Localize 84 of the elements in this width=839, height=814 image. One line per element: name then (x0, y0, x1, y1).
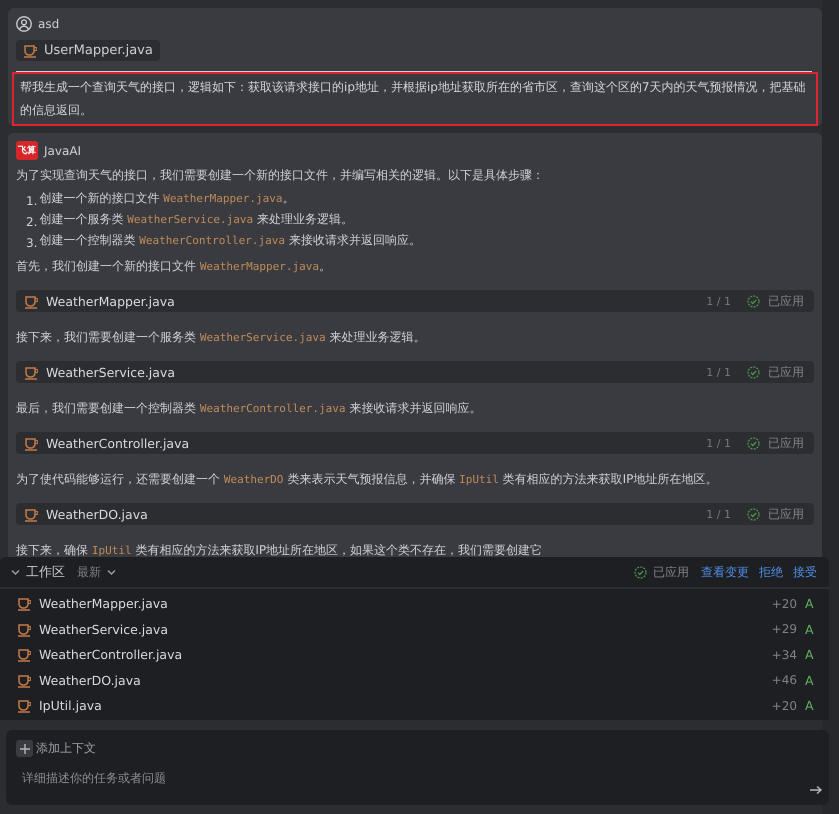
check-circle-icon (747, 366, 760, 378)
cup-icon (17, 698, 31, 714)
applied-status: 已应用 (768, 434, 804, 452)
plus-icon (18, 742, 30, 754)
change-count: 1 / 1 (706, 436, 731, 450)
cup-icon (24, 364, 38, 380)
check-circle-icon (747, 508, 760, 520)
paragraph: 接下来，确保 IpUtil 类有相应的方法来获取IP地址所在地区，如果这个类不存在，我们需要创建它 (16, 542, 544, 557)
applied-status: 已应用 (768, 292, 804, 310)
paragraph: 为了使代码能够运行，还需要创建一个 WeatherDO 类来表示天气预报信息，并确保 IpUtil 类有相应的方法来获取IP地址所在地区。 (16, 471, 718, 488)
message-text: 帮我生成一个查询天气的接口，逻辑如下：获取该请求接口的ip地址，并根据ip地址获取所在的省市区，查询这个区的7天内的天气预报情况，把基础的信息返回。 (12, 72, 818, 126)
change-type: A (805, 647, 815, 662)
file-name: WeatherDO.java (46, 506, 149, 522)
change-type: A (805, 672, 815, 688)
add-context-label[interactable]: 添加上下文 (36, 740, 96, 757)
chevron-down-icon[interactable] (10, 567, 20, 577)
added-lines: +46 (772, 673, 797, 688)
paragraph: 为了实现查询天气的接口，我们需要创建一个新的接口文件，并编写相关的逻辑。以下是具体步骤： (16, 167, 545, 184)
file-block[interactable]: WeatherDO.java 1 / 1 已应用 (16, 503, 814, 525)
action-link[interactable]: 查看变更 (701, 564, 749, 580)
app-logo: 飞算 (16, 141, 38, 160)
user-icon (16, 16, 32, 32)
file-name: WeatherService.java (39, 622, 168, 637)
change-count: 1 / 1 (706, 294, 731, 308)
workspace-title: 工作区 (26, 564, 65, 581)
cup-icon (17, 622, 31, 637)
cup-icon (17, 672, 31, 688)
paragraph: 首先，我们创建一个新的接口文件 WeatherMapper.java。 (16, 258, 332, 275)
list-number: 1. (26, 193, 38, 210)
input-field[interactable]: 详细描述你的任务或者问题 (16, 771, 782, 785)
list-number: 3. (26, 235, 38, 252)
check-circle-icon (747, 294, 760, 308)
file-row[interactable]: WeatherController.java +34 A (0, 642, 829, 668)
file-block[interactable]: WeatherService.java 1 / 1 已应用 (16, 361, 814, 383)
check-circle-icon (634, 566, 647, 578)
cup-icon (17, 647, 31, 662)
added-lines: +20 (772, 698, 797, 713)
list-number: 2. (26, 214, 38, 231)
paragraph: 接下来，我们需要创建一个服务类 WeatherService.java 来处理业务逻辑。 (16, 329, 426, 346)
list-item: 创建一个新的接口文件 WeatherMapper.java。 (39, 190, 294, 207)
cup-icon (24, 294, 38, 308)
filter-dropdown[interactable]: 最新 (71, 564, 116, 580)
added-lines: +29 (772, 622, 797, 636)
action-link[interactable]: 拒绝 (759, 564, 783, 580)
file-name: WeatherMapper.java (46, 294, 176, 308)
cup-icon (24, 506, 38, 522)
file-row[interactable]: IpUtil.java +20 A (0, 693, 829, 718)
paragraph: 最后，我们需要创建一个控制器类 WeatherController.java 来接收请求并返回响应。 (16, 400, 482, 417)
cup-icon (23, 43, 37, 58)
file-name: WeatherService.java (46, 364, 176, 380)
attachment-name: UserMapper.java (44, 43, 153, 58)
file-row[interactable]: WeatherService.java +29 A (0, 616, 829, 642)
attachment-chip[interactable]: UserMapper.java (16, 40, 160, 61)
cup-icon (24, 436, 38, 450)
chevron-down-icon (106, 567, 116, 577)
file-name: WeatherController.java (46, 436, 190, 450)
added-lines: +20 (772, 596, 797, 611)
applied-status: 已应用 (768, 364, 804, 380)
user-name: asd (38, 17, 60, 31)
applied-status: 已应用 (653, 564, 689, 580)
file-name: WeatherMapper.java (39, 596, 168, 612)
change-count: 1 / 1 (706, 366, 731, 378)
file-block[interactable]: WeatherController.java 1 / 1 已应用 (16, 432, 814, 454)
file-name: IpUtil.java (39, 698, 102, 714)
add-button[interactable] (16, 740, 33, 757)
assistant-name: JavaAI (44, 144, 82, 158)
action-link[interactable]: 接受 (793, 564, 817, 580)
file-name: WeatherDO.java (39, 672, 141, 688)
arrow-right-icon (809, 785, 823, 795)
list-item: 创建一个服务类 WeatherService.java 来处理业务逻辑。 (39, 211, 353, 228)
cup-icon (17, 596, 31, 612)
change-type: A (805, 698, 815, 714)
check-circle-icon (747, 436, 760, 450)
list-item: 创建一个控制器类 WeatherController.java 来接收请求并返回响应。 (39, 232, 421, 249)
file-row[interactable]: WeatherDO.java +46 A (0, 668, 829, 693)
change-count: 1 / 1 (706, 508, 731, 520)
send-button[interactable] (807, 783, 825, 797)
file-block[interactable]: WeatherMapper.java 1 / 1 已应用 (16, 290, 814, 312)
file-name: WeatherController.java (39, 647, 182, 662)
change-type: A (805, 622, 815, 637)
added-lines: +34 (772, 648, 797, 662)
file-row[interactable]: WeatherMapper.java +20 A (0, 591, 829, 616)
applied-status: 已应用 (768, 506, 804, 522)
change-type: A (805, 596, 815, 612)
